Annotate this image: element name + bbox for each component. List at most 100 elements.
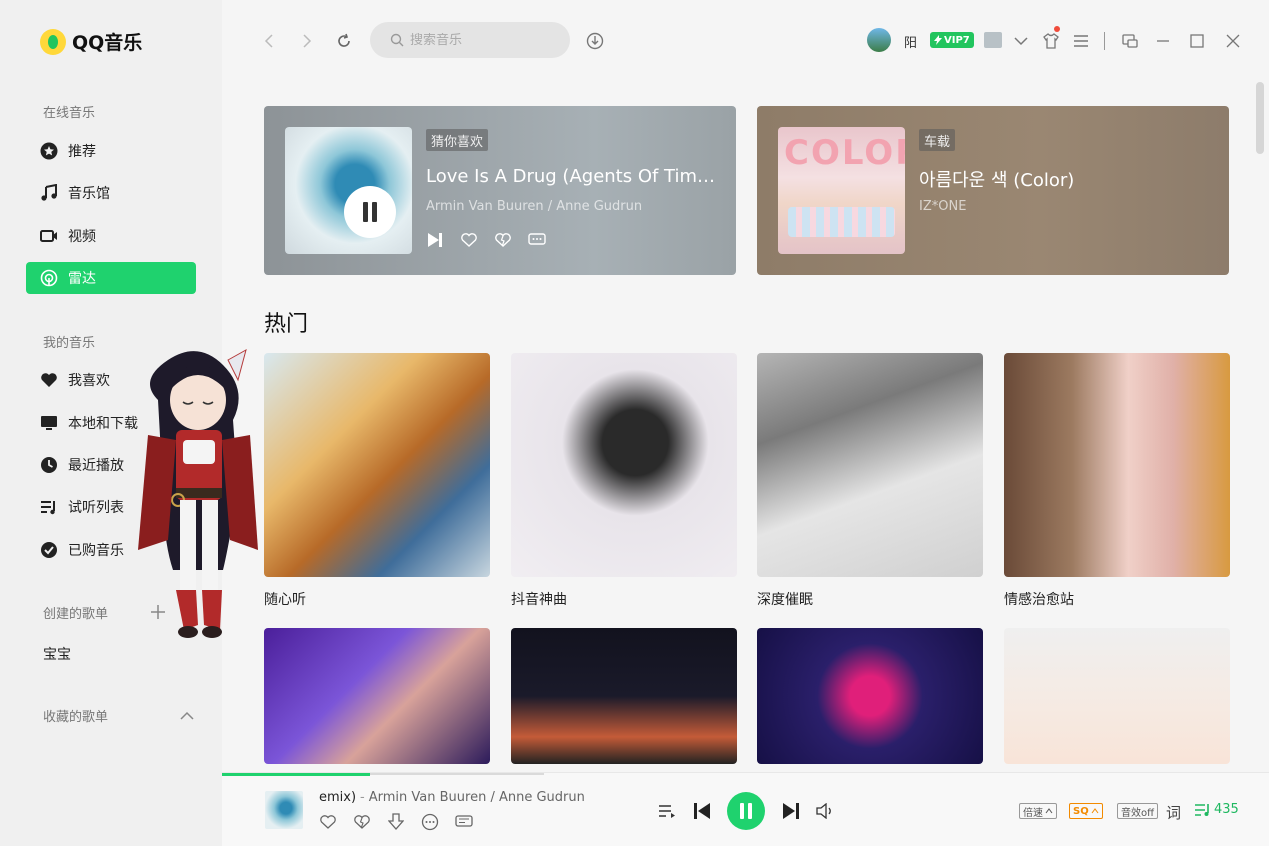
close-button[interactable] — [1222, 30, 1244, 52]
sidebar-item-label: 雷达 — [68, 271, 96, 287]
minimize-icon — [1157, 40, 1169, 42]
close-icon — [1226, 34, 1240, 48]
sound-effect-button[interactable]: 音效off — [1117, 803, 1159, 819]
now-playing-cover[interactable] — [265, 791, 303, 829]
quality-button[interactable]: SQ — [1069, 803, 1103, 819]
section-label-online: 在线音乐 — [43, 106, 96, 121]
more-icon[interactable] — [421, 813, 439, 831]
sidebar-item-recommend[interactable]: 推荐 — [26, 135, 196, 167]
maximize-button[interactable] — [1186, 30, 1208, 52]
playlist-tile[interactable] — [264, 628, 490, 764]
search-input[interactable] — [410, 32, 550, 48]
sidebar-item-music-hall[interactable]: 音乐馆 — [26, 177, 196, 209]
forward-button[interactable] — [296, 30, 318, 52]
sidebar-item-video[interactable]: 视频 — [26, 220, 196, 252]
volume-icon — [816, 803, 831, 819]
sidebar-item-label: 我喜欢 — [68, 373, 110, 389]
playlist-item[interactable]: 宝宝 — [43, 644, 71, 664]
playlist-tile[interactable] — [264, 353, 490, 577]
player-bar: emix) - Armin Van Buuren / Anne Gudrun 倍速 … — [222, 772, 1269, 846]
minimize-button[interactable] — [1152, 30, 1174, 52]
video-icon — [40, 227, 58, 245]
like-heart-icon[interactable] — [319, 813, 337, 831]
next-button[interactable] — [780, 801, 802, 821]
card-song-title[interactable]: Love Is A Drug (Agents Of Time Remix) — [426, 166, 726, 187]
refresh-button[interactable] — [333, 30, 355, 52]
tile-label[interactable]: 情感治愈站 — [1004, 589, 1074, 609]
search-box[interactable] — [370, 22, 570, 58]
speed-button[interactable]: 倍速 — [1019, 803, 1057, 819]
card-tag: 猜你喜欢 — [426, 129, 489, 151]
card-pause-button[interactable] — [344, 186, 396, 238]
card-song-title[interactable]: 아름다운 색 (Color) — [919, 166, 1219, 192]
comment-icon[interactable] — [455, 813, 473, 831]
playlist-tile[interactable] — [1004, 353, 1230, 577]
volume-button[interactable] — [814, 801, 836, 821]
collapse-collected-button[interactable] — [180, 706, 194, 725]
sidebar-item-label: 音乐馆 — [68, 186, 110, 202]
voice-search-button[interactable] — [584, 30, 606, 52]
next-track-icon[interactable] — [426, 231, 444, 249]
playlist-tile[interactable] — [757, 353, 983, 577]
queue-count: 435 — [1214, 802, 1239, 817]
vip-badge[interactable]: VIP7 — [930, 32, 974, 48]
app-name: QQ音乐 — [72, 32, 143, 54]
pause-icon — [363, 202, 377, 222]
play-pause-button[interactable] — [727, 792, 765, 830]
back-button[interactable] — [258, 30, 280, 52]
like-heart-icon[interactable] — [460, 231, 478, 249]
progress-fill[interactable] — [222, 773, 371, 776]
toolbar-divider — [1104, 32, 1105, 50]
comment-icon[interactable] — [528, 231, 546, 249]
desktop-mascot[interactable] — [128, 340, 268, 640]
cover-art-group — [788, 207, 895, 237]
playlist-tile[interactable] — [757, 628, 983, 764]
tile-label[interactable]: 抖音神曲 — [511, 589, 567, 609]
dislike-heart-icon[interactable] — [353, 813, 371, 831]
tile-label[interactable]: 随心听 — [264, 589, 306, 609]
album-cover[interactable] — [285, 127, 412, 254]
music-note-icon — [40, 184, 58, 202]
sidebar-item-radar[interactable]: 雷达 — [26, 262, 196, 294]
content-scrollbar[interactable] — [1256, 82, 1264, 154]
account-dropdown-button[interactable] — [1010, 30, 1032, 52]
previous-track-icon — [694, 803, 710, 819]
dislike-heart-icon[interactable] — [494, 231, 512, 249]
playlist-tile[interactable] — [511, 353, 737, 577]
sidebar-item-label: 已购音乐 — [68, 543, 124, 559]
main-menu-button[interactable] — [1070, 30, 1092, 52]
tile-label[interactable]: 深度催眠 — [757, 589, 813, 609]
lightning-icon — [934, 35, 942, 45]
album-cover[interactable]: COLOR*IZ — [778, 127, 905, 254]
playlist-tile[interactable] — [1004, 628, 1230, 764]
lyric-button[interactable]: 词 — [1166, 802, 1181, 823]
play-queue-button[interactable]: 435 — [1194, 802, 1239, 817]
heart-icon — [40, 371, 58, 389]
username[interactable]: 阳 — [904, 32, 917, 51]
radar-card-car[interactable]: COLOR*IZ 车载 아름다운 색 (Color) IZ*ONE — [757, 106, 1229, 275]
sidebar-item-label: 推荐 — [68, 144, 96, 160]
download-icon[interactable] — [387, 813, 405, 831]
radar-card-guess-you-like[interactable]: 猜你喜欢 Love Is A Drug (Agents Of Time Remi… — [264, 106, 736, 275]
chevron-up-icon — [1091, 808, 1099, 814]
previous-button[interactable] — [691, 801, 713, 821]
skin-button[interactable] — [1040, 30, 1062, 52]
card-tag: 车载 — [919, 129, 956, 151]
now-playing-song: emix) — [319, 790, 357, 805]
member-badge-icon[interactable] — [984, 32, 1002, 48]
playlist-tile[interactable] — [511, 628, 737, 764]
list-loop-icon — [659, 805, 675, 818]
avatar[interactable] — [867, 28, 891, 52]
queue-icon — [1195, 803, 1209, 816]
now-playing-title[interactable]: emix) - Armin Van Buuren / Anne Gudrun — [319, 790, 585, 805]
maximize-icon — [1190, 34, 1204, 48]
card-artist[interactable]: Armin Van Buuren / Anne Gudrun — [426, 199, 642, 214]
play-mode-button[interactable] — [656, 801, 678, 821]
card-artist[interactable]: IZ*ONE — [919, 199, 966, 214]
top-bar: 阳 VIP7 — [222, 0, 1269, 82]
sidebar-item-label: 视频 — [68, 229, 96, 245]
search-icon — [390, 33, 404, 47]
card-actions — [426, 231, 546, 249]
mini-mode-button[interactable] — [1119, 30, 1141, 52]
app-logo[interactable]: QQ音乐 — [40, 28, 142, 55]
